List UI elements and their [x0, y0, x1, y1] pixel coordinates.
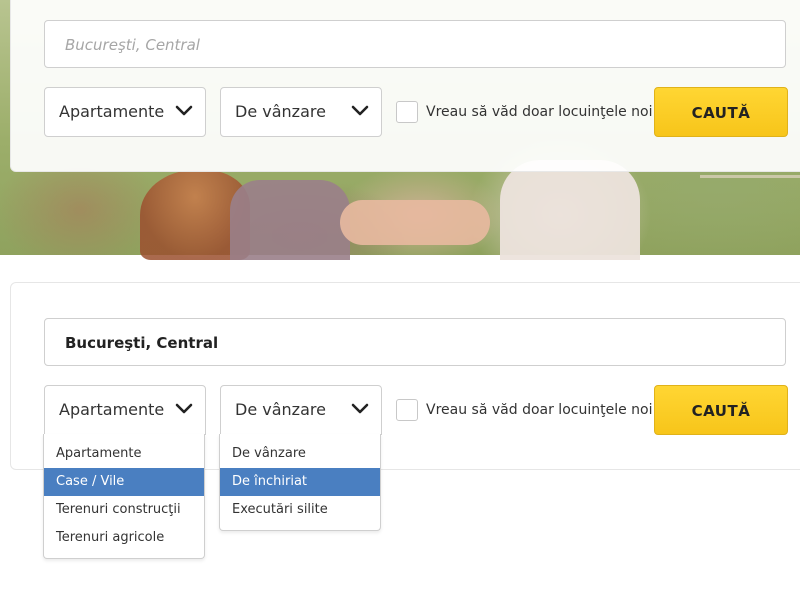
new-only-label: Vreau să văd doar locuinţele noi: [426, 104, 653, 120]
dropdown-option-de-vanzare[interactable]: De vânzare: [220, 440, 380, 468]
chevron-down-icon: [175, 105, 193, 116]
search-button[interactable]: CAUTĂ: [654, 385, 788, 435]
hero-photo-person-right: [500, 160, 640, 260]
location-input[interactable]: Bucureşti, Central: [44, 318, 786, 366]
chevron-down-icon: [175, 403, 193, 414]
transaction-type-select[interactable]: De vânzare: [220, 87, 382, 137]
property-type-value: Apartamente: [59, 400, 165, 419]
location-input[interactable]: Bucureşti, Central: [44, 20, 786, 68]
new-only-label: Vreau să văd doar locuinţele noi: [426, 402, 653, 418]
transaction-type-select[interactable]: De vânzare: [220, 385, 382, 435]
transaction-type-value: De vânzare: [235, 102, 326, 121]
dropdown-option-apartamente[interactable]: Apartamente: [44, 440, 204, 468]
dropdown-option-de-inchiriat[interactable]: De închiriat: [220, 468, 380, 496]
hero-photo-shirt: [230, 180, 350, 260]
search-card-top: Bucureşti, Central Apartamente De vânzar…: [10, 0, 800, 172]
property-type-value: Apartamente: [59, 102, 165, 121]
dropdown-option-case-vile[interactable]: Case / Vile: [44, 468, 204, 496]
search-button[interactable]: CAUTĂ: [654, 87, 788, 137]
transaction-type-value: De vânzare: [235, 400, 326, 419]
dropdown-option-terenuri-constructii[interactable]: Terenuri construcţii: [44, 496, 204, 524]
chevron-down-icon: [351, 403, 369, 414]
new-only-checkbox[interactable]: [396, 399, 418, 421]
hero-photo-hands: [340, 200, 490, 245]
new-only-checkbox[interactable]: [396, 101, 418, 123]
property-type-select[interactable]: Apartamente: [44, 385, 206, 435]
chevron-down-icon: [351, 105, 369, 116]
dropdown-option-executari-silite[interactable]: Executări silite: [220, 496, 380, 524]
transaction-type-dropdown: De vânzare De închiriat Executări silite: [219, 434, 381, 531]
property-type-select[interactable]: Apartamente: [44, 87, 206, 137]
property-type-dropdown: Apartamente Case / Vile Terenuri constru…: [43, 434, 205, 559]
hero-photo-fence: [700, 175, 800, 178]
dropdown-option-terenuri-agricole[interactable]: Terenuri agricole: [44, 524, 204, 552]
